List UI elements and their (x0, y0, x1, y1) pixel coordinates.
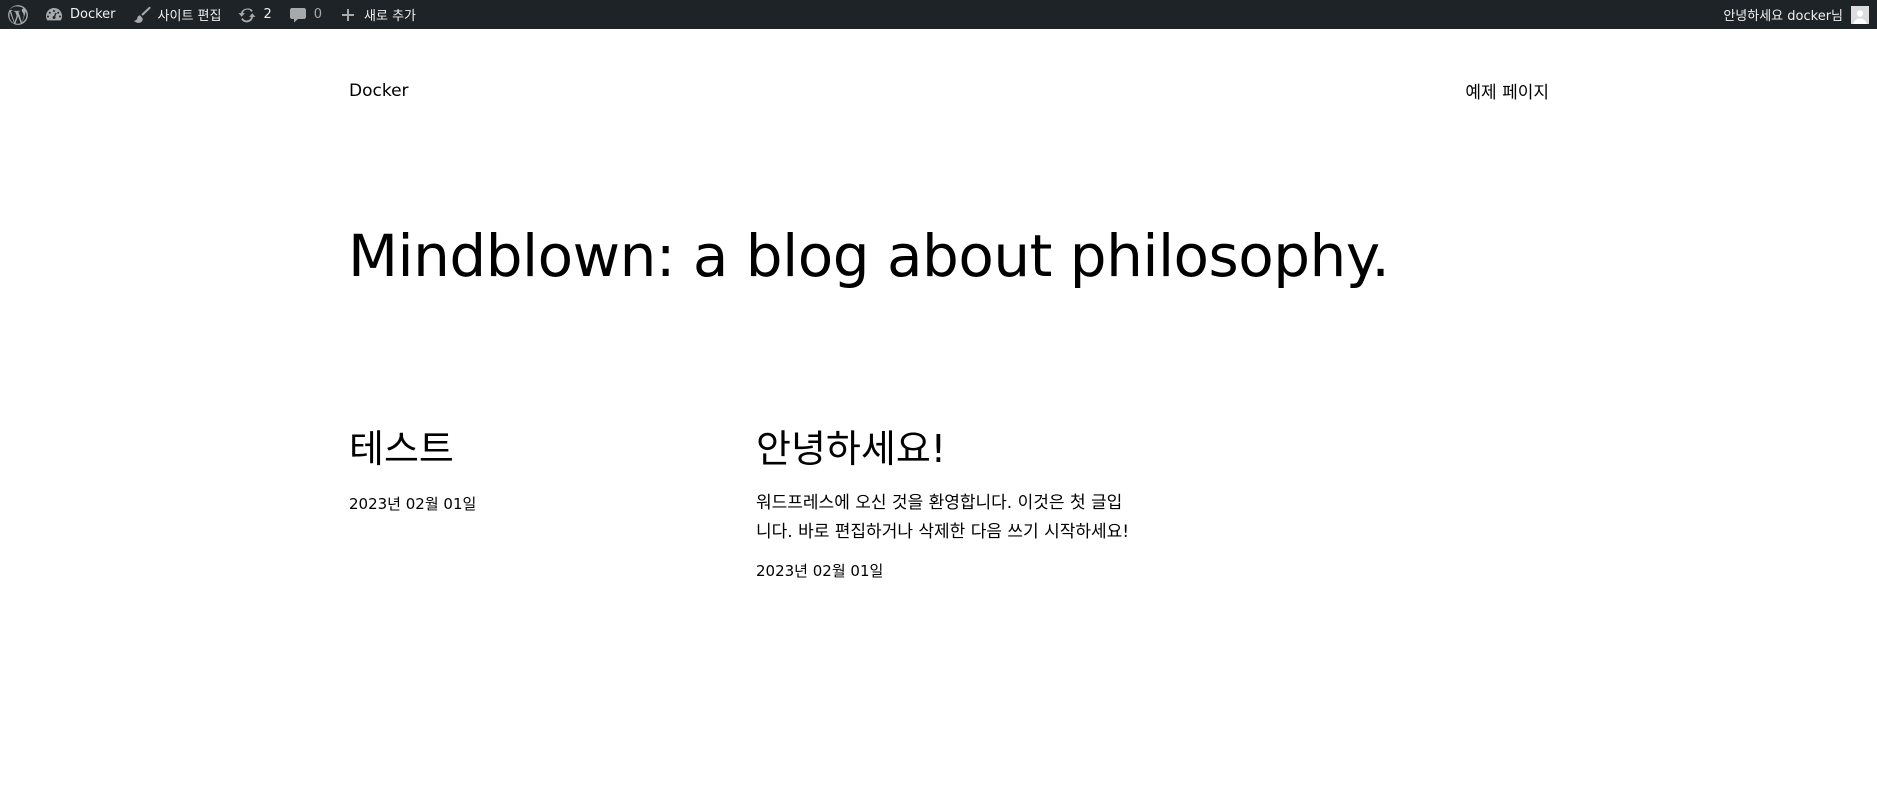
admin-bar-left: Docker 사이트 편집 2 0 새로 추가 (0, 0, 424, 29)
admin-bar-right: 안녕하세요 docker님 (1715, 0, 1877, 29)
nav-item-sample-page[interactable]: 예제 페이지 (1465, 78, 1549, 103)
update-icon (237, 5, 257, 25)
post-card: 테스트 2023년 02월 01일 (349, 418, 476, 514)
dashboard-icon (44, 5, 64, 25)
post-date[interactable]: 2023년 02월 01일 (349, 493, 476, 514)
brush-icon (132, 5, 152, 25)
my-account-menu[interactable]: 안녕하세요 docker님 (1715, 0, 1877, 29)
site-header: Docker 예제 페이지 (349, 78, 1549, 104)
account-greeting: 안녕하세요 docker님 (1723, 9, 1843, 24)
post-excerpt: 워드프레스에 오신 것을 환영합니다. 이것은 첫 글입니다. 바로 편집하거나… (756, 493, 1130, 542)
new-content-menu[interactable]: 새로 추가 (330, 0, 424, 29)
post-title-link[interactable]: 테스트 (349, 418, 476, 473)
admin-bar: Docker 사이트 편집 2 0 새로 추가 안녕하세요 docker님 (0, 0, 1877, 29)
site-edit-label: 사이트 편집 (157, 9, 222, 24)
comments-menu[interactable]: 0 (280, 0, 330, 29)
post-card: 안녕하세요! 워드프레스에 오신 것을 환영합니다. 이것은 첫 글입니다. 바… (756, 418, 1136, 581)
site-edit-menu[interactable]: 사이트 편집 (124, 0, 230, 29)
post-title-link[interactable]: 안녕하세요! (756, 418, 1136, 473)
new-content-label: 새로 추가 (364, 9, 417, 24)
comment-icon (288, 5, 308, 25)
wordpress-logo-icon (7, 4, 29, 26)
page-tagline: Mindblown: a blog about philosophy. (348, 222, 1390, 290)
wordpress-menu[interactable] (0, 0, 36, 29)
comments-count: 0 (313, 7, 323, 22)
avatar (1851, 5, 1869, 24)
site-title-link[interactable]: Docker (349, 81, 409, 101)
site-name-label: Docker (70, 7, 116, 22)
plus-icon (338, 5, 358, 25)
updates-menu[interactable]: 2 (229, 0, 279, 29)
post-date[interactable]: 2023년 02월 01일 (756, 560, 1136, 581)
site-name-menu[interactable]: Docker (36, 0, 124, 29)
updates-count: 2 (263, 7, 272, 22)
